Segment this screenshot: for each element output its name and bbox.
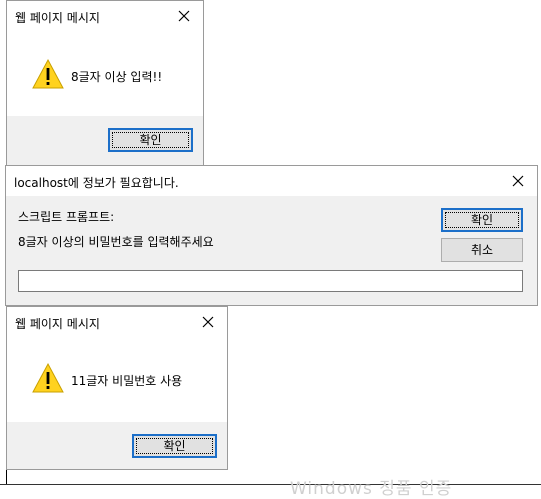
prompt-body: 스크립트 프롬프트: 8글자 이상의 비밀번호를 입력해주세요 확인 취소 [6,196,537,305]
message-dialog-1: 웹 페이지 메시지 8글자 이상 입력!! 확인 [6,0,204,166]
prompt-input[interactable] [18,270,523,292]
message-dialog-2: 웹 페이지 메시지 11글자 비밀번호 사용 확인 [6,306,228,470]
ok-button[interactable]: 확인 [132,434,217,458]
dialog-titlebar[interactable]: 웹 페이지 메시지 [7,307,227,337]
dialog-title: localhost에 정보가 필요합니다. [14,176,179,190]
close-icon [178,10,190,22]
prompt-heading: 스크립트 프롬프트: [18,210,115,224]
ok-button[interactable]: 확인 [108,128,193,152]
warning-icon [32,58,64,89]
dialog-footer: 확인 [7,422,227,469]
bottom-divider [0,484,541,485]
dialog-title: 웹 페이지 메시지 [15,317,100,331]
close-icon [512,175,524,187]
ok-button[interactable]: 확인 [441,208,523,232]
close-button[interactable] [505,169,531,193]
cancel-button[interactable]: 취소 [441,238,523,262]
close-button[interactable] [171,4,197,28]
cursor-line [6,470,7,484]
warning-icon [32,362,64,393]
dialog-titlebar[interactable]: localhost에 정보가 필요합니다. [6,166,537,196]
close-button[interactable] [195,310,221,334]
prompt-message: 8글자 이상의 비밀번호를 입력해주세요 [18,235,214,249]
activation-watermark: Windows 정품 인증 [290,479,453,499]
dialog-footer: 확인 [7,116,203,165]
prompt-dialog: localhost에 정보가 필요합니다. 스크립트 프롬프트: 8글자 이상의… [5,165,538,306]
dialog-message: 11글자 비밀번호 사용 [71,374,183,388]
close-icon [202,316,214,328]
dialog-titlebar[interactable]: 웹 페이지 메시지 [7,1,203,31]
dialog-title: 웹 페이지 메시지 [15,11,100,25]
dialog-message: 8글자 이상 입력!! [71,70,163,84]
